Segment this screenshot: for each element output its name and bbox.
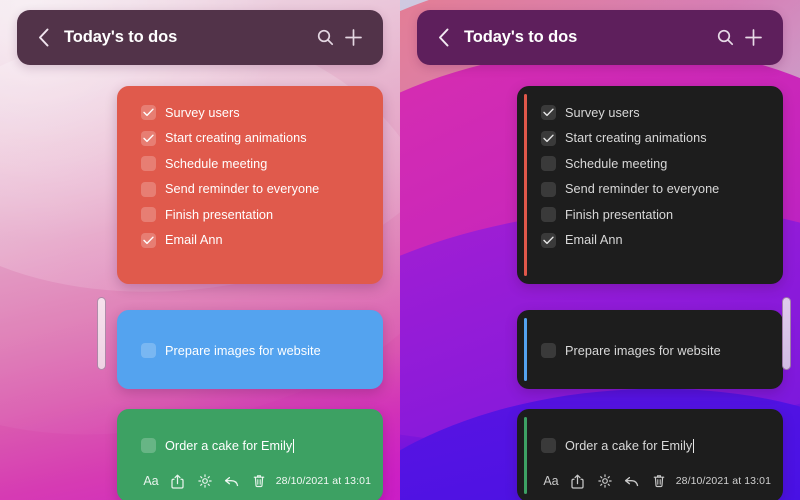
blue-note-card[interactable]: Prepare images for website <box>517 310 783 389</box>
text-cursor <box>693 438 695 453</box>
page-title: Today's to dos <box>464 28 578 46</box>
todo-item-label: Prepare images for website <box>165 343 321 358</box>
text-format-icon[interactable]: Aa <box>541 470 561 492</box>
add-todo-button[interactable] <box>339 24 367 52</box>
text-format-label: Aa <box>543 473 559 488</box>
todo-item[interactable]: Send reminder to everyone <box>541 177 769 203</box>
todo-item-label: Send reminder to everyone <box>165 182 320 197</box>
todo-card[interactable]: Survey users Start creating animations S… <box>117 86 383 284</box>
back-button[interactable] <box>433 25 453 51</box>
todo-item-label: Survey users <box>165 105 240 120</box>
todo-item[interactable]: Schedule meeting <box>541 151 769 177</box>
gear-icon[interactable] <box>195 470 215 492</box>
todo-item[interactable]: Schedule meeting <box>141 151 369 177</box>
todo-item-label: Finish presentation <box>165 207 274 222</box>
trash-icon[interactable] <box>249 470 269 492</box>
todo-item-label: Start creating animations <box>165 131 307 146</box>
checkbox-unchecked-icon[interactable] <box>541 156 556 172</box>
checkbox-unchecked-icon[interactable] <box>541 343 556 359</box>
checkbox-checked-icon[interactable] <box>141 130 156 146</box>
note-timestamp: 28/10/2021 at 13:01 <box>275 475 372 487</box>
todo-item-label: Order a cake for Emily <box>165 438 293 453</box>
checkbox-unchecked-icon[interactable] <box>141 207 156 223</box>
todo-item-label: Survey users <box>565 105 640 120</box>
app-header-bar: Today's to dos <box>17 10 383 65</box>
checkbox-unchecked-icon[interactable] <box>141 156 156 172</box>
appearance-comparison: Today's to dos Survey users Start creati… <box>0 0 800 500</box>
checkbox-unchecked-icon[interactable] <box>541 181 556 197</box>
light-theme-panel: Today's to dos Survey users Start creati… <box>0 0 400 500</box>
checkbox-unchecked-icon[interactable] <box>541 207 556 223</box>
todo-item-label: Prepare images for website <box>565 343 721 358</box>
checkbox-checked-icon[interactable] <box>541 130 556 146</box>
todo-item-label: Start creating animations <box>565 131 707 146</box>
text-format-icon[interactable]: Aa <box>141 470 161 492</box>
text-format-label: Aa <box>143 473 159 488</box>
todo-item-label: Send reminder to everyone <box>565 182 720 197</box>
checkbox-unchecked-icon[interactable] <box>141 181 156 197</box>
todo-item[interactable]: Email Ann <box>541 228 769 254</box>
todo-item[interactable]: Start creating animations <box>141 126 369 152</box>
undo-icon[interactable] <box>222 470 242 492</box>
checkbox-unchecked-icon[interactable] <box>141 438 156 454</box>
app-header-bar: Today's to dos <box>417 10 783 65</box>
dark-theme-panel: Today's to dos Survey users Start creati… <box>400 0 800 500</box>
checkbox-checked-icon[interactable] <box>141 232 156 248</box>
todo-item-label: Email Ann <box>565 233 623 248</box>
search-button[interactable] <box>711 24 739 52</box>
todo-item[interactable]: Order a cake for Emily <box>141 433 369 459</box>
undo-icon[interactable] <box>622 470 642 492</box>
todo-item-label: Schedule meeting <box>165 156 268 171</box>
todo-item[interactable]: Finish presentation <box>541 202 769 228</box>
todo-item[interactable]: Prepare images for website <box>141 338 369 364</box>
todo-item-label: Order a cake for Emily <box>565 438 693 453</box>
todo-item[interactable]: Order a cake for Emily <box>541 433 769 459</box>
note-toolbar: Aa 28/10/2021 at 13:01 <box>541 470 771 492</box>
todo-item[interactable]: Finish presentation <box>141 202 369 228</box>
checkbox-checked-icon[interactable] <box>541 105 556 121</box>
share-icon[interactable] <box>568 470 588 492</box>
todo-item-label: Schedule meeting <box>565 156 668 171</box>
todo-item[interactable]: Start creating animations <box>541 126 769 152</box>
gear-icon[interactable] <box>595 470 615 492</box>
checkbox-unchecked-icon[interactable] <box>141 343 156 359</box>
green-note-card[interactable]: Order a cake for Emily Aa 28/10/2021 at … <box>517 409 783 500</box>
note-toolbar: Aa 28/10/2021 at 13:01 <box>141 470 371 492</box>
search-button[interactable] <box>311 24 339 52</box>
checkbox-unchecked-icon[interactable] <box>541 438 556 454</box>
todo-item[interactable]: Prepare images for website <box>541 338 769 364</box>
trash-icon[interactable] <box>649 470 669 492</box>
back-button[interactable] <box>33 25 53 51</box>
note-timestamp: 28/10/2021 at 13:01 <box>675 475 772 487</box>
todo-item-label: Finish presentation <box>565 207 674 222</box>
vertical-scrollbar[interactable] <box>97 297 106 370</box>
todo-item[interactable]: Send reminder to everyone <box>141 177 369 203</box>
checkbox-checked-icon[interactable] <box>541 232 556 248</box>
add-todo-button[interactable] <box>739 24 767 52</box>
todo-item[interactable]: Survey users <box>141 100 369 126</box>
blue-note-card[interactable]: Prepare images for website <box>117 310 383 389</box>
todo-item-label: Email Ann <box>165 233 223 248</box>
text-cursor <box>293 438 295 453</box>
todo-card[interactable]: Survey users Start creating animations S… <box>517 86 783 284</box>
checkbox-checked-icon[interactable] <box>141 105 156 121</box>
green-note-card[interactable]: Order a cake for Emily Aa 28/10/2021 at … <box>117 409 383 500</box>
todo-item[interactable]: Email Ann <box>141 228 369 254</box>
page-title: Today's to dos <box>64 28 178 46</box>
vertical-scrollbar[interactable] <box>782 297 791 370</box>
todo-item[interactable]: Survey users <box>541 100 769 126</box>
share-icon[interactable] <box>168 470 188 492</box>
